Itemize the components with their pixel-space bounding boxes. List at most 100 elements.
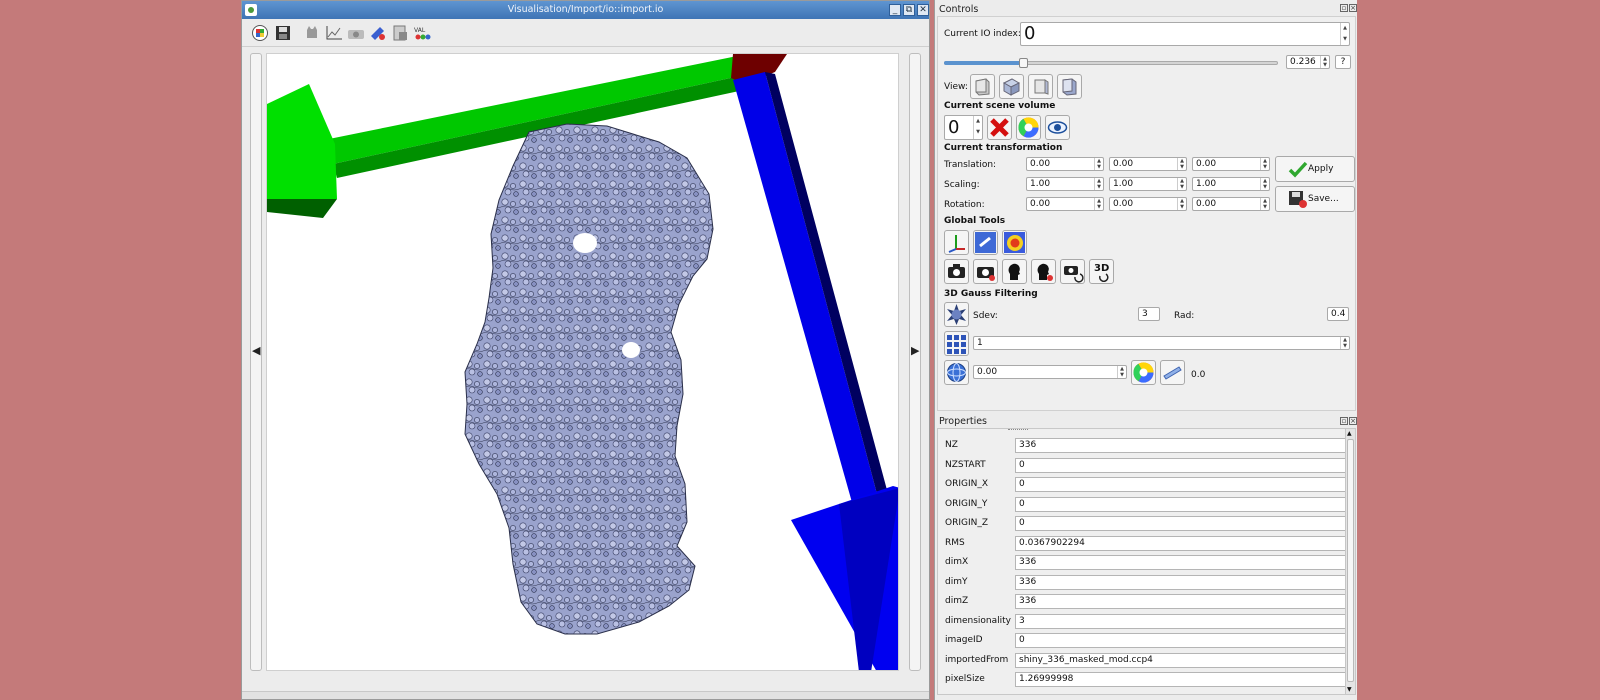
property-value-field[interactable]: 3 (1015, 613, 1347, 629)
spin-arrows-icon[interactable]: ▲ ▼ (1117, 366, 1126, 378)
save-transform-button[interactable]: Save... (1275, 186, 1355, 212)
viewer-title-bar[interactable]: Visualisation/Import/io::import.io _ ⧉ ✕ (242, 1, 929, 19)
spin-arrows-icon[interactable]: ▲ ▼ (1094, 178, 1103, 190)
property-value-field[interactable]: 0 (1015, 477, 1347, 492)
paint-3d-icon[interactable] (368, 24, 388, 42)
spin-arrows-icon[interactable]: ▲ ▼ (1260, 158, 1269, 170)
save-icon[interactable] (273, 24, 293, 42)
delete-volume-button[interactable] (987, 115, 1012, 140)
sdev-input[interactable]: 3 (1138, 307, 1160, 321)
screenshot-button[interactable] (944, 259, 969, 284)
scroll-down-icon[interactable]: ▼ (1347, 686, 1352, 693)
close-window-button[interactable]: ✕ (917, 4, 929, 16)
3d-viewport[interactable] (266, 53, 899, 671)
property-value-field[interactable]: 0 (1015, 457, 1347, 473)
dock-close-button[interactable]: × (1349, 4, 1357, 12)
property-value-field[interactable]: 0 (1015, 516, 1347, 531)
axes-icon (948, 235, 965, 253)
axis-x-head-side (267, 199, 337, 218)
view-top-button[interactable] (999, 74, 1024, 99)
view-side-button[interactable] (1028, 74, 1053, 99)
property-value-field[interactable]: 1.26999998 (1015, 672, 1347, 687)
rad-input[interactable]: 0.4 (1327, 307, 1349, 321)
property-row: ORIGIN_X 0 (945, 475, 1347, 494)
threshold-color-button[interactable] (1131, 360, 1156, 385)
property-value-field[interactable]: 0 (1015, 496, 1347, 512)
nav-right-button[interactable]: ▶ (909, 53, 921, 671)
spin-arrows-icon[interactable]: ▲ ▼ (973, 116, 982, 139)
screenshot-alt-button[interactable] (973, 259, 998, 284)
scene-volume-spinbox[interactable]: 0 ▲ ▼ (944, 115, 983, 140)
toggle-visibility-button[interactable] (1045, 115, 1070, 140)
spin-arrows-icon[interactable]: ▲ ▼ (1177, 158, 1186, 170)
scaling-y-spinbox[interactable]: 1.00 ▲ ▼ (1109, 177, 1187, 191)
spin-arrows-icon[interactable]: ▲ ▼ (1260, 178, 1269, 190)
properties-float-button[interactable]: ▫ (1340, 417, 1348, 425)
gauss-filter-button[interactable] (944, 302, 969, 327)
rotation-x-spinbox[interactable]: 0.00 ▲ ▼ (1026, 197, 1104, 211)
spin-arrows-icon[interactable]: ▲ ▼ (1177, 198, 1186, 210)
cat-icon[interactable] (302, 24, 322, 42)
nav-left-button[interactable]: ◀ (250, 53, 262, 671)
property-row: RMS 0.0367902294 (945, 534, 1347, 553)
slider-value-spinbox[interactable]: 0.236 ▲ ▼ (1286, 55, 1330, 69)
rotation-z-spinbox[interactable]: 0.00 ▲ ▼ (1192, 197, 1270, 211)
grid-button[interactable] (944, 331, 969, 356)
threshold-spinbox[interactable]: 0.00 ▲ ▼ (973, 365, 1127, 379)
3d-rotate-button[interactable]: 3D (1089, 259, 1114, 284)
scaling-x-spinbox[interactable]: 1.00 ▲ ▼ (1026, 177, 1104, 191)
view-iso-button[interactable] (1057, 74, 1082, 99)
property-value-field[interactable]: 0 (1015, 633, 1347, 648)
slider-handle[interactable] (1018, 58, 1028, 68)
help-button[interactable]: ? (1335, 55, 1351, 69)
property-value-field[interactable]: 336 (1015, 574, 1347, 590)
property-value-field[interactable]: 336 (1015, 555, 1347, 570)
property-value-field[interactable]: shiny_336_masked_mod.ccp4 (1015, 652, 1347, 668)
heatmap-tool-button[interactable] (1002, 230, 1027, 255)
spin-arrows-icon[interactable]: ▲ ▼ (1177, 178, 1186, 190)
grid-spinbox[interactable]: 1 ▲ ▼ (973, 336, 1350, 350)
io-slider[interactable] (944, 58, 1278, 68)
scrollbar-thumb[interactable] (1347, 439, 1354, 682)
values-icon[interactable]: VAL (412, 24, 432, 42)
spin-arrows-icon[interactable]: ▲ ▼ (1320, 56, 1329, 68)
apply-button[interactable]: Apply (1275, 156, 1355, 182)
plane-button[interactable] (1160, 360, 1185, 385)
head-record-button[interactable] (1031, 259, 1056, 284)
translation-x-spinbox[interactable]: 0.00 ▲ ▼ (1026, 157, 1104, 171)
spin-arrows-icon[interactable]: ▲ ▼ (1340, 337, 1349, 349)
svg-text:VAL: VAL (414, 27, 426, 34)
chart-3d-icon[interactable] (324, 24, 344, 42)
document-icon[interactable] (390, 24, 410, 42)
spiky-ball-icon (947, 304, 966, 325)
spin-arrows-icon[interactable]: ▲ ▼ (1260, 198, 1269, 210)
rotation-y-spinbox[interactable]: 0.00 ▲ ▼ (1109, 197, 1187, 211)
sphere-button[interactable] (944, 360, 969, 385)
translation-z-spinbox[interactable]: 0.00 ▲ ▼ (1192, 157, 1270, 171)
view-front-button[interactable] (970, 74, 995, 99)
translation-y-spinbox[interactable]: 0.00 ▲ ▼ (1109, 157, 1187, 171)
properties-scrollbar[interactable]: ▲ ▼ (1345, 429, 1355, 694)
io-index-spinbox[interactable]: 0 ▲ ▼ (1020, 22, 1350, 46)
maximize-button[interactable]: ⧉ (903, 4, 915, 16)
minimize-button[interactable]: _ (889, 4, 901, 16)
property-value-field[interactable]: 0.0367902294 (1015, 535, 1347, 551)
scroll-up-icon[interactable]: ▲ (1347, 430, 1352, 437)
spin-arrows-icon[interactable]: ▲ ▼ (1340, 23, 1349, 45)
cube-iso-icon (1062, 78, 1077, 96)
spin-arrows-icon[interactable]: ▲ ▼ (1094, 158, 1103, 170)
properties-close-button[interactable]: × (1349, 417, 1357, 425)
link-tool-button[interactable] (973, 230, 998, 255)
spin-arrows-icon[interactable]: ▲ ▼ (1094, 198, 1103, 210)
axes-tool-button[interactable] (944, 230, 969, 255)
property-value-field[interactable]: 336 (1015, 438, 1347, 453)
property-value-field[interactable]: 336 (1015, 594, 1347, 609)
scaling-z-spinbox[interactable]: 1.00 ▲ ▼ (1192, 177, 1270, 191)
head-tool-button[interactable] (1002, 259, 1027, 284)
volume-color-button[interactable] (1016, 115, 1041, 140)
dock-float-button[interactable]: ▫ (1340, 4, 1348, 12)
rotate-capture-button[interactable] (1060, 259, 1085, 284)
camera-icon[interactable] (346, 24, 366, 42)
scene-render (267, 54, 898, 670)
palette-icon[interactable] (250, 24, 270, 42)
